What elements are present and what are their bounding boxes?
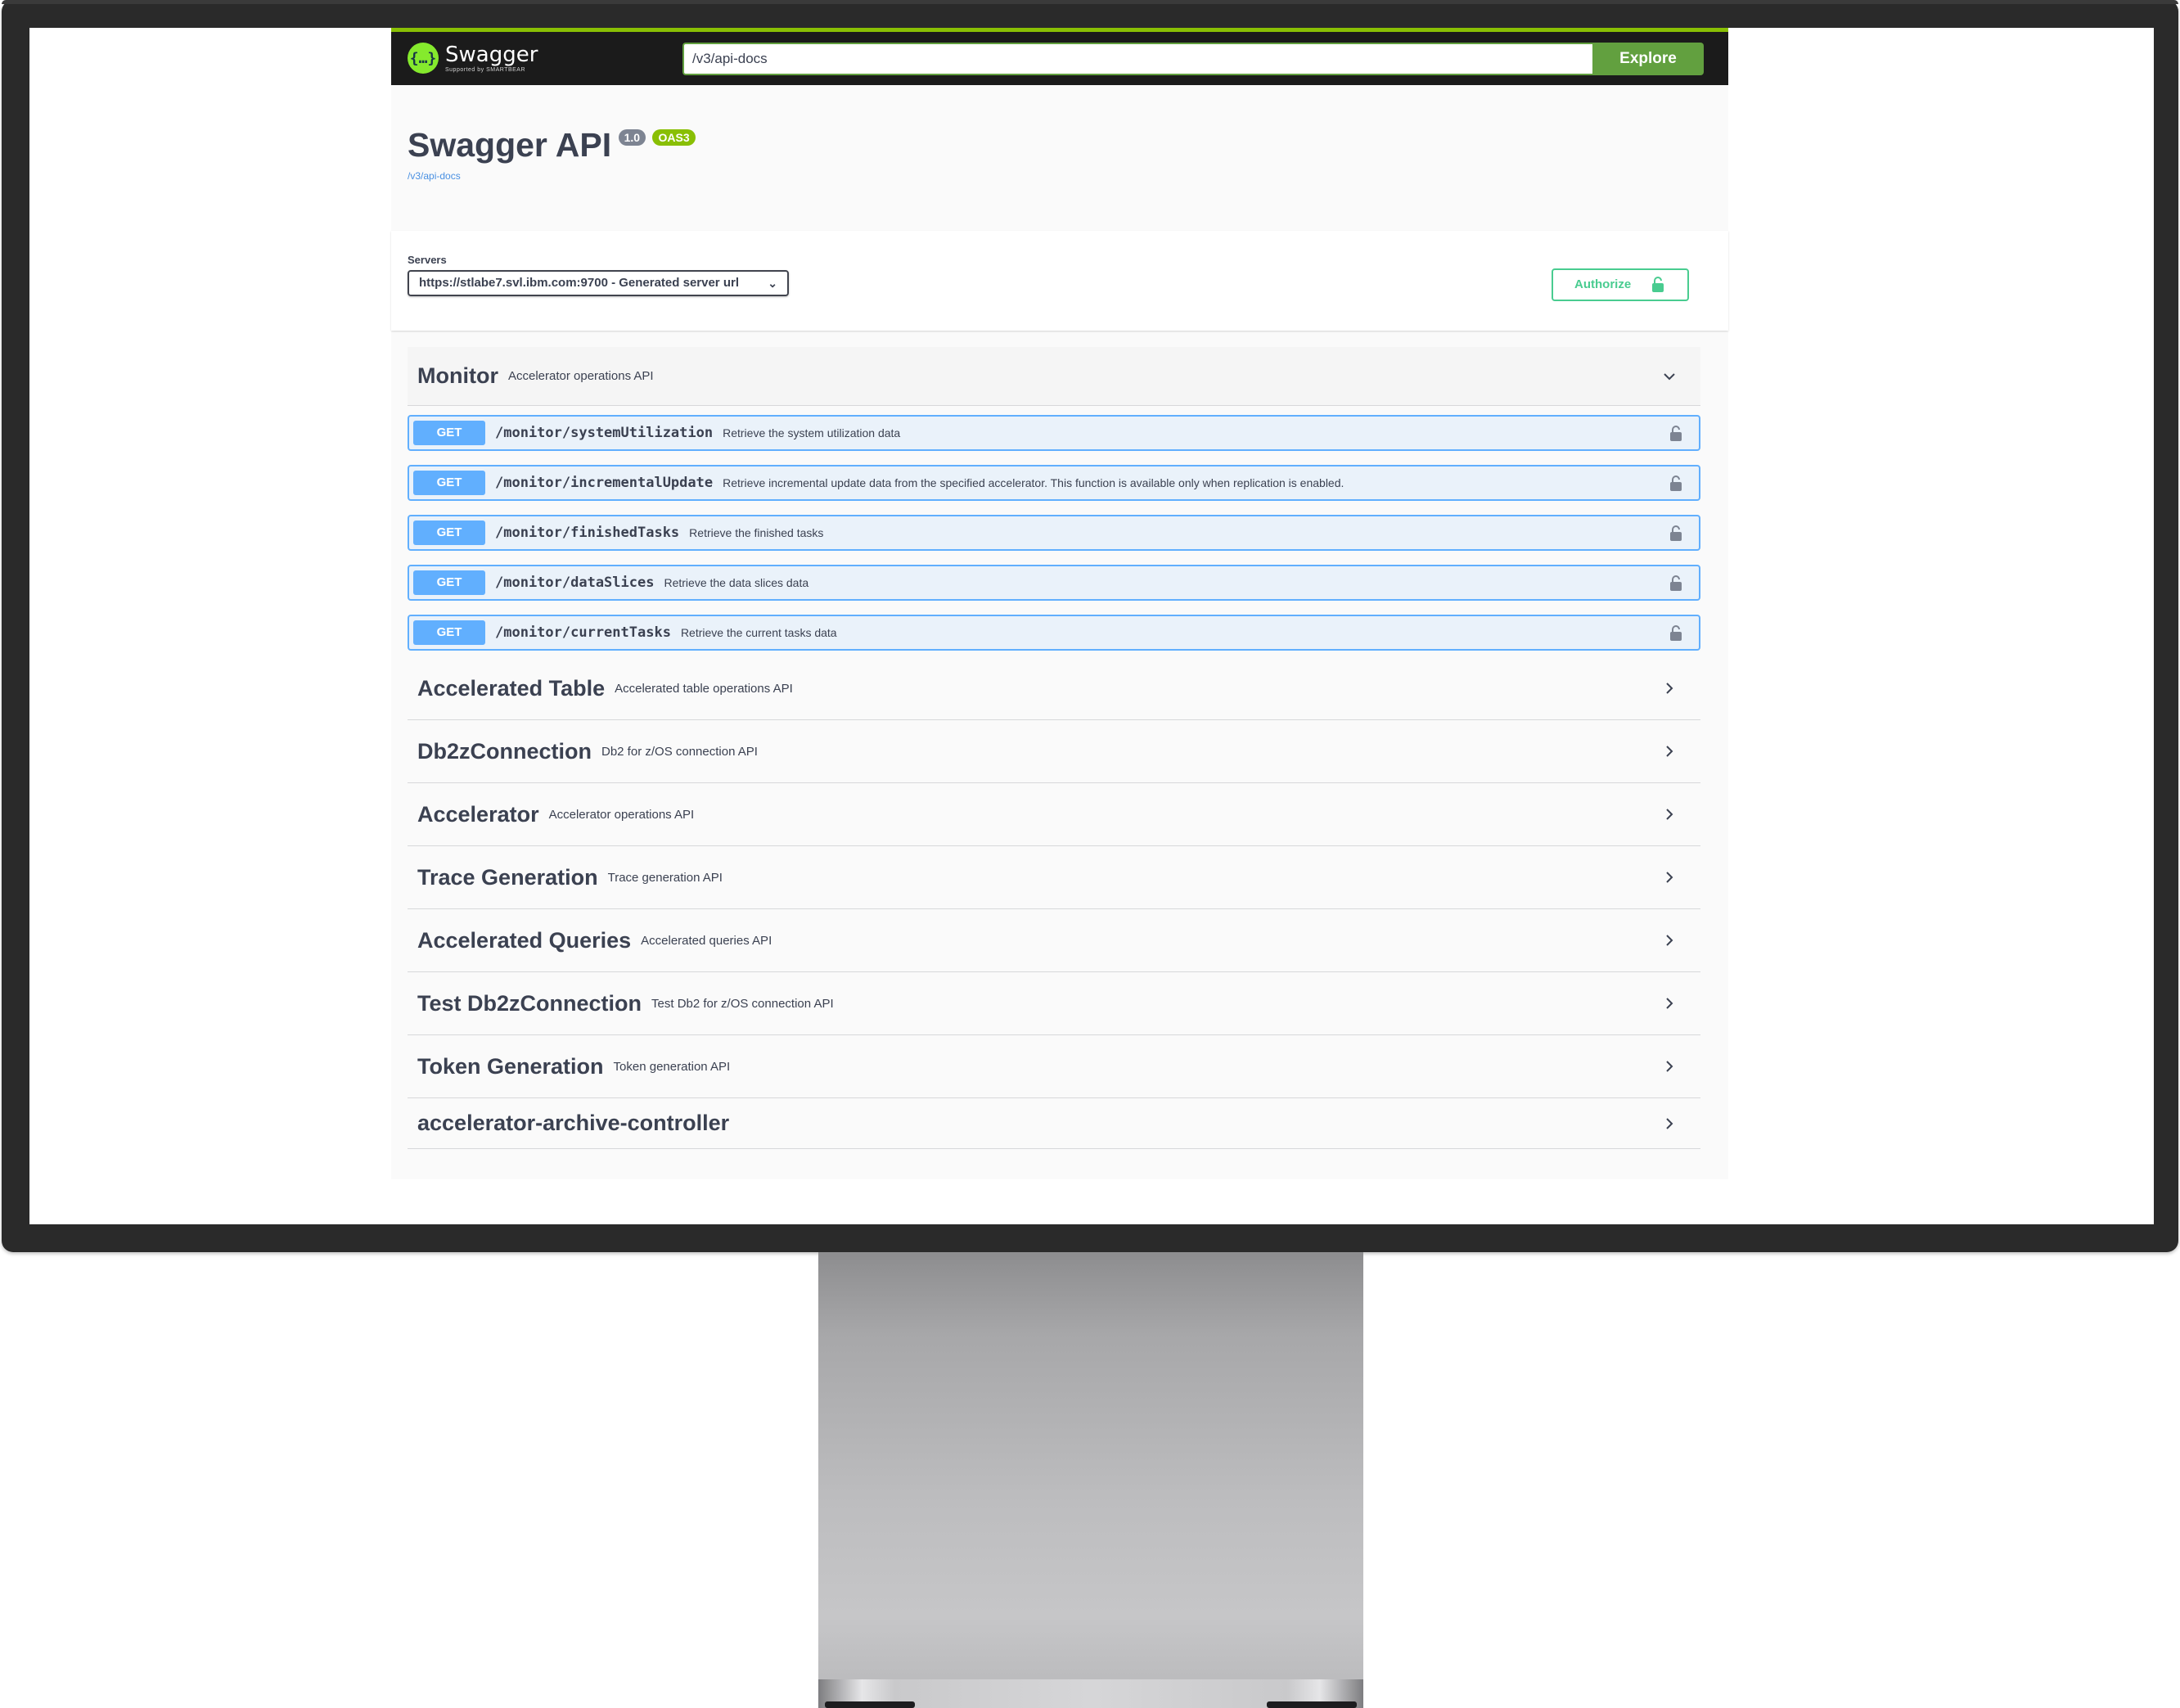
explore-button[interactable]: Explore [1592, 43, 1704, 75]
version-badge: 1.0 [618, 129, 646, 146]
monitor-stand [818, 1252, 1363, 1708]
operation-get-system-utilization[interactable]: GET /monitor/systemUtilization Retrieve … [408, 415, 1700, 451]
lock-icon[interactable] [1669, 426, 1682, 442]
logo-subtitle: Supported by SMARTBEAR [445, 66, 526, 73]
tag-accelerator[interactable]: Accelerator Accelerator operations API [408, 783, 1700, 846]
operation-get-current-tasks[interactable]: GET /monitor/currentTasks Retrieve the c… [408, 615, 1700, 651]
authorize-button[interactable]: Authorize [1552, 268, 1689, 301]
swagger-page: {…} Swagger Supported by SMARTBEAR /v3/a… [391, 28, 1728, 1179]
operation-summary: Retrieve the finished tasks [689, 526, 824, 539]
chevron-right-icon [1666, 746, 1673, 757]
tag-description: Accelerated table operations API [615, 681, 793, 696]
stand-foot-right [1267, 1701, 1357, 1708]
tag-name: Monitor [417, 363, 498, 388]
tag-description: Test Db2 for z/OS connection API [651, 996, 834, 1011]
method-badge: GET [413, 620, 485, 645]
oas-badge: OAS3 [652, 129, 696, 146]
operation-path: /monitor/finishedTasks [495, 525, 680, 541]
tag-token-generation[interactable]: Token Generation Token generation API [408, 1035, 1700, 1098]
chevron-right-icon [1666, 872, 1673, 883]
chevron-right-icon [1666, 1117, 1673, 1129]
tag-description: Db2 for z/OS connection API [601, 744, 758, 759]
servers-label: Servers [408, 254, 447, 266]
tag-accelerator-archive-controller[interactable]: accelerator-archive-controller [408, 1098, 1700, 1149]
chevron-down-icon [1664, 372, 1675, 380]
chevron-right-icon [1666, 1061, 1673, 1072]
logo-title: Swagger [445, 42, 538, 67]
page-title: Swagger API [408, 126, 612, 164]
monitor-operations: GET /monitor/systemUtilization Retrieve … [408, 406, 1700, 651]
method-badge: GET [413, 421, 485, 445]
operation-get-incremental-update[interactable]: GET /monitor/incrementalUpdate Retrieve … [408, 465, 1700, 501]
tag-description: Accelerator operations API [507, 369, 654, 383]
servers-select[interactable]: https://stlabe7.svl.ibm.com:9700 - Gener… [408, 270, 789, 296]
api-docs-link[interactable]: /v3/api-docs [408, 170, 461, 182]
tag-db2zconnection[interactable]: Db2zConnection Db2 for z/OS connection A… [408, 720, 1700, 783]
spec-url-input[interactable]: /v3/api-docs [682, 43, 1592, 75]
tag-test-db2zconnection[interactable]: Test Db2zConnection Test Db2 for z/OS co… [408, 972, 1700, 1035]
tag-description: Accelerated queries API [641, 933, 772, 948]
tag-name: Accelerated Table [417, 675, 606, 701]
operation-summary: Retrieve the current tasks data [680, 626, 837, 639]
operation-path: /monitor/dataSlices [495, 575, 655, 591]
tag-name: Db2zConnection [417, 738, 592, 764]
tag-name: Accelerated Queries [417, 927, 632, 953]
tag-name: Accelerator [417, 801, 539, 827]
tag-list: Monitor Accelerator operations API GET /… [408, 347, 1700, 1149]
swagger-logo[interactable]: {…} Swagger Supported by SMARTBEAR [408, 40, 538, 76]
operation-get-data-slices[interactable]: GET /monitor/dataSlices Retrieve the dat… [408, 565, 1700, 601]
tag-description: Trace generation API [607, 870, 723, 885]
method-badge: GET [413, 471, 485, 495]
lock-icon[interactable] [1669, 525, 1682, 542]
monitor-frame: {…} Swagger Supported by SMARTBEAR /v3/a… [2, 0, 2178, 1252]
tag-description: Token generation API [613, 1059, 731, 1074]
topbar: {…} Swagger Supported by SMARTBEAR /v3/a… [391, 28, 1728, 85]
operation-path: /monitor/currentTasks [495, 624, 671, 641]
api-info: Swagger API 1.0 OAS3 [408, 126, 696, 164]
tag-name: Test Db2zConnection [417, 990, 642, 1016]
scheme-container: Servers https://stlabe7.svl.ibm.com:9700… [391, 231, 1728, 331]
tag-accelerated-queries[interactable]: Accelerated Queries Accelerated queries … [408, 909, 1700, 972]
operation-summary: Retrieve the data slices data [664, 576, 809, 589]
monitor-screen: {…} Swagger Supported by SMARTBEAR /v3/a… [29, 28, 2154, 1224]
operation-path: /monitor/incrementalUpdate [495, 475, 714, 491]
authorize-label: Authorize [1574, 277, 1632, 291]
chevron-down-icon: ⌄ [768, 277, 777, 290]
tag-monitor[interactable]: Monitor Accelerator operations API [408, 347, 1700, 406]
servers-selected-value: https://stlabe7.svl.ibm.com:9700 - Gener… [419, 276, 739, 290]
tag-name: accelerator-archive-controller [417, 1111, 730, 1135]
method-badge: GET [413, 570, 485, 595]
operation-summary: Retrieve incremental update data from th… [723, 476, 1344, 489]
operation-get-finished-tasks[interactable]: GET /monitor/finishedTasks Retrieve the … [408, 515, 1700, 551]
chevron-right-icon [1666, 998, 1673, 1009]
lock-icon [1652, 277, 1664, 292]
method-badge: GET [413, 521, 485, 545]
tag-description: Accelerator operations API [548, 807, 695, 822]
lock-icon[interactable] [1669, 575, 1682, 592]
chevron-right-icon [1666, 809, 1673, 820]
tag-name: Trace Generation [417, 864, 598, 890]
operation-summary: Retrieve the system utilization data [723, 426, 901, 439]
tag-accelerated-table[interactable]: Accelerated Table Accelerated table oper… [408, 657, 1700, 720]
lock-icon[interactable] [1669, 475, 1682, 492]
tag-name: Token Generation [417, 1053, 604, 1079]
lock-icon[interactable] [1669, 625, 1682, 642]
tag-trace-generation[interactable]: Trace Generation Trace generation API [408, 846, 1700, 909]
swagger-logo-icon: {…} [408, 43, 439, 74]
operation-path: /monitor/systemUtilization [495, 425, 714, 441]
chevron-right-icon [1666, 935, 1673, 946]
chevron-right-icon [1666, 683, 1673, 694]
stand-foot-left [825, 1701, 915, 1708]
